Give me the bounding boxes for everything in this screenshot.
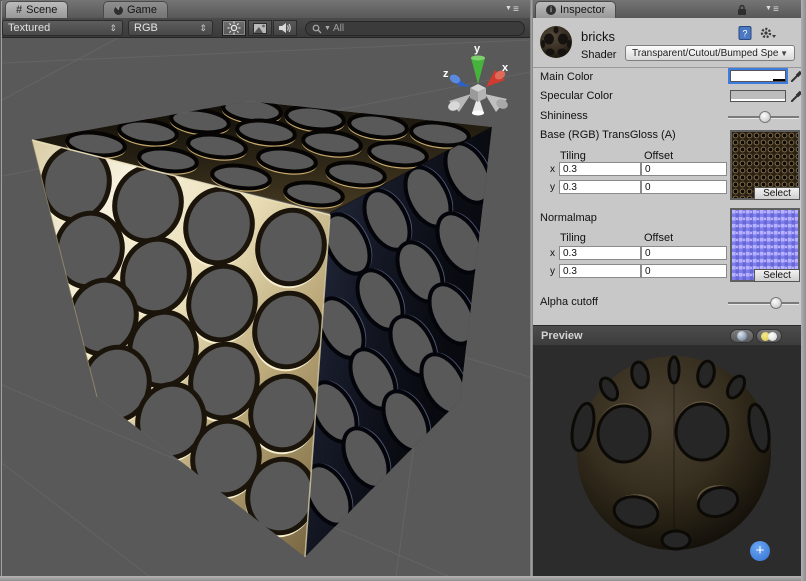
tab-inspector[interactable]: i Inspector <box>535 1 616 18</box>
gizmo-z-label[interactable]: z <box>443 68 449 80</box>
search-icon <box>312 24 322 34</box>
render-mode-dropdown[interactable]: Textured ⇕ <box>2 20 123 36</box>
alpha-cutoff-label: Alpha cutoff <box>540 296 598 308</box>
specular-color-alpha-bar <box>731 99 785 101</box>
help-icon[interactable]: ? <box>738 26 753 40</box>
scene-tabbar: # Scene Game ▼≡ <box>2 0 530 19</box>
scene-grid-icon: # <box>16 4 22 16</box>
normalmap-select-button[interactable]: Select <box>754 269 800 282</box>
normal-offset-y-field[interactable] <box>641 264 727 278</box>
normal-x-label: x <box>550 248 555 259</box>
scene-pane-menu-icon[interactable]: ▼≡ <box>505 4 520 15</box>
light-off-icon <box>768 332 777 341</box>
normal-offset-x-field[interactable] <box>641 246 727 260</box>
tab-scene[interactable]: # Scene <box>5 1 68 18</box>
sphere-icon <box>737 331 747 341</box>
base-offset-label: Offset <box>644 150 673 162</box>
base-offset-y-field[interactable] <box>641 180 727 194</box>
search-value: All <box>333 23 344 34</box>
tab-scene-label: Scene <box>26 4 57 16</box>
base-map-label: Base (RGB) TransGloss (A) <box>540 129 676 141</box>
alpha-cutoff-slider-thumb[interactable] <box>770 297 782 309</box>
base-map-select-button[interactable]: Select <box>754 187 800 200</box>
gizmo-y-label[interactable]: y <box>474 43 481 55</box>
normal-tiling-y-field[interactable] <box>559 264 641 278</box>
tab-game[interactable]: Game <box>103 1 168 18</box>
dropdown-arrow-icon: ▼ <box>780 49 788 58</box>
material-header: bricks Shader Transparent/Cutout/Bumped … <box>533 18 801 68</box>
lighting-toggle-button[interactable] <box>222 20 246 36</box>
render-mode-value: Textured <box>8 22 50 34</box>
specular-color-swatch[interactable] <box>730 90 786 102</box>
updown-arrows-icon: ⇕ <box>199 23 207 34</box>
base-offset-x-field[interactable] <box>641 162 727 176</box>
gizmo-x-label[interactable]: x <box>502 62 509 74</box>
scene-panel: # Scene Game ▼≡ Textured ⇕ RGB ⇕ <box>2 0 530 576</box>
normal-tiling-x-field[interactable] <box>559 246 641 260</box>
scene-viewport[interactable]: y x z <box>2 38 530 576</box>
main-color-label: Main Color <box>540 71 593 83</box>
tab-inspector-label: Inspector <box>560 4 605 16</box>
shader-dropdown[interactable]: Transparent/Cutout/Bumped Spe ▼ <box>625 45 795 61</box>
updown-arrows-icon: ⇕ <box>109 23 117 34</box>
inspector-tabbar: i Inspector ▼≡ <box>533 0 801 19</box>
preview-title: Preview <box>541 330 583 342</box>
normal-tiling-label: Tiling <box>560 232 586 244</box>
alpha-cutoff-slider-track[interactable] <box>728 302 799 305</box>
shader-label: Shader <box>581 49 616 61</box>
scene-toolbar: Textured ⇕ RGB ⇕ <box>2 18 530 38</box>
add-button[interactable]: + <box>750 541 770 561</box>
window-bottom-edge <box>0 576 806 581</box>
material-sphere-icon <box>538 24 574 60</box>
main-color-swatch[interactable] <box>730 70 786 82</box>
preview-mesh-toggle-button[interactable] <box>730 329 754 343</box>
preview-lighting-toggle-button[interactable] <box>756 329 782 343</box>
game-icon <box>114 6 123 15</box>
preview-area[interactable]: + <box>533 345 801 576</box>
channel-mode-value: RGB <box>134 22 158 34</box>
audio-toggle-button[interactable] <box>273 20 297 36</box>
search-filter-arrow-icon: ▼ <box>324 25 331 32</box>
unity-editor-window: # Scene Game ▼≡ Textured ⇕ RGB ⇕ <box>0 0 806 581</box>
preview-header[interactable]: Preview <box>533 325 801 345</box>
base-tiling-y-field[interactable] <box>559 180 641 194</box>
shininess-slider-thumb[interactable] <box>759 111 771 123</box>
render-paths-toggle-button[interactable] <box>248 20 272 36</box>
svg-text:?: ? <box>742 29 747 39</box>
inspector-panel: i Inspector ▼≡ <box>533 0 801 576</box>
material-name: bricks <box>581 29 615 44</box>
base-x-label: x <box>550 164 555 175</box>
shader-value: Transparent/Cutout/Bumped Spe <box>632 48 778 59</box>
sun-icon <box>227 21 241 35</box>
shininess-label: Shininess <box>540 110 588 122</box>
base-y-label: y <box>550 182 555 193</box>
scene-search-field[interactable]: ▼ All <box>305 21 525 36</box>
speaker-icon <box>278 22 292 34</box>
image-icon <box>253 23 267 34</box>
normal-y-label: y <box>550 266 555 277</box>
normal-offset-label: Offset <box>644 232 673 244</box>
inspector-pane-menu-icon[interactable]: ▼≡ <box>765 4 780 15</box>
tab-game-label: Game <box>127 4 157 16</box>
normalmap-label: Normalmap <box>540 212 597 224</box>
specular-color-label: Specular Color <box>540 90 613 102</box>
base-tiling-label: Tiling <box>560 150 586 162</box>
gear-icon[interactable] <box>759 26 777 40</box>
main-color-alpha-bar <box>731 79 785 81</box>
info-icon: i <box>546 5 556 15</box>
channel-mode-dropdown[interactable]: RGB ⇕ <box>128 20 213 36</box>
lock-icon[interactable] <box>737 4 747 16</box>
base-tiling-x-field[interactable] <box>559 162 641 176</box>
window-right-edge <box>801 0 806 581</box>
